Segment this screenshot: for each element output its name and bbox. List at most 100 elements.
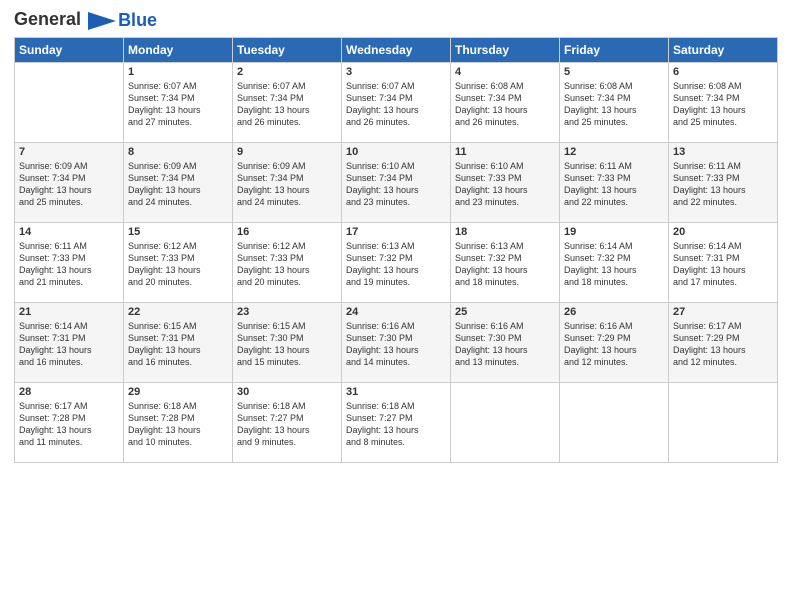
calendar-cell: 2Sunrise: 6:07 AM Sunset: 7:34 PM Daylig… bbox=[233, 63, 342, 143]
day-number: 28 bbox=[19, 386, 119, 398]
calendar-cell: 31 Sunrise: 6:18 AM Sunset: 7:27 PM Dayli… bbox=[342, 383, 451, 463]
cell-content: Sunrise: 6:07 AM Sunset: 7:34 PM Dayligh… bbox=[237, 80, 337, 129]
day-number: 4 bbox=[455, 66, 555, 78]
cell-content: Sunrise: 6:08 AM Sunset: 7:34 PM Dayligh… bbox=[564, 80, 664, 129]
day-number: 9 bbox=[237, 146, 337, 158]
calendar-cell: 7Sunrise: 6:09 AM Sunset: 7:34 PM Daylig… bbox=[15, 143, 124, 223]
cell-content: Sunrise: 6:15 AM Sunset: 7:30 PM Dayligh… bbox=[237, 320, 337, 369]
calendar-week-5: 28Sunrise: 6:17 AM Sunset: 7:28 PM Dayli… bbox=[15, 383, 778, 463]
calendar-cell: 11 Sunrise: 6:10 AM Sunset: 7:33 PM Dayli… bbox=[451, 143, 560, 223]
weekday-header-friday: Friday bbox=[560, 38, 669, 63]
cell-content: Sunrise: 6:18 AM Sunset: 7:27 PM Dayligh… bbox=[346, 400, 446, 449]
day-number: 19 bbox=[564, 226, 664, 238]
cell-content: Sunrise: 6:09 AM Sunset: 7:34 PM Dayligh… bbox=[128, 160, 228, 209]
calendar-cell: 25 Sunrise: 6:16 AM Sunset: 7:30 PM Dayli… bbox=[451, 303, 560, 383]
day-number: 24 bbox=[346, 306, 446, 318]
cell-content: Sunrise: 6:16 AM Sunset: 7:30 PM Dayligh… bbox=[346, 320, 446, 369]
calendar-week-3: 14Sunrise: 6:11 AM Sunset: 7:33 PM Dayli… bbox=[15, 223, 778, 303]
day-number: 5 bbox=[564, 66, 664, 78]
day-number: 21 bbox=[19, 306, 119, 318]
cell-content: Sunrise: 6:08 AM Sunset: 7:34 PM Dayligh… bbox=[455, 80, 555, 129]
cell-content: Sunrise: 6:13 AM Sunset: 7:32 PM Dayligh… bbox=[346, 240, 446, 289]
calendar-cell: 26 Sunrise: 6:16 AM Sunset: 7:29 PM Dayli… bbox=[560, 303, 669, 383]
cell-content: Sunrise: 6:16 AM Sunset: 7:30 PM Dayligh… bbox=[455, 320, 555, 369]
calendar-cell: 12 Sunrise: 6:11 AM Sunset: 7:33 PM Dayli… bbox=[560, 143, 669, 223]
calendar-week-1: 1 Sunrise: 6:07 AM Sunset: 7:34 PM Daylig… bbox=[15, 63, 778, 143]
calendar-cell bbox=[15, 63, 124, 143]
cell-content: Sunrise: 6:18 AM Sunset: 7:28 PM Dayligh… bbox=[128, 400, 228, 449]
calendar-cell: 3 Sunrise: 6:07 AM Sunset: 7:34 PM Daylig… bbox=[342, 63, 451, 143]
day-number: 8 bbox=[128, 146, 228, 158]
day-number: 7 bbox=[19, 146, 119, 158]
cell-content: Sunrise: 6:13 AM Sunset: 7:32 PM Dayligh… bbox=[455, 240, 555, 289]
calendar-week-2: 7 Sunrise: 6:09 AM Sunset: 7:34 PM Daylig… bbox=[15, 143, 778, 223]
calendar-cell: 4 Sunrise: 6:08 AM Sunset: 7:34 PM Daylig… bbox=[451, 63, 560, 143]
day-number: 25 bbox=[455, 306, 555, 318]
calendar-cell: 10 Sunrise: 6:10 AM Sunset: 7:34 PM Dayli… bbox=[342, 143, 451, 223]
calendar-cell: 6 Sunrise: 6:08 AM Sunset: 7:34 PM Daylig… bbox=[669, 63, 778, 143]
cell-content: Sunrise: 6:15 AM Sunset: 7:31 PM Dayligh… bbox=[128, 320, 228, 369]
calendar-cell: 17Sunrise: 6:13 AM Sunset: 7:32 PM Dayli… bbox=[342, 223, 451, 303]
calendar-cell: 30 Sunrise: 6:18 AM Sunset: 7:27 PM Dayli… bbox=[233, 383, 342, 463]
calendar-cell: 27 Sunrise: 6:17 AM Sunset: 7:29 PM Dayli… bbox=[669, 303, 778, 383]
day-number: 30 bbox=[237, 386, 337, 398]
weekday-header-row: SundayMondayTuesdayWednesdayThursdayFrid… bbox=[15, 38, 778, 63]
calendar-cell: 13Sunrise: 6:11 AM Sunset: 7:33 PM Dayli… bbox=[669, 143, 778, 223]
calendar-cell: 15 Sunrise: 6:12 AM Sunset: 7:33 PM Dayli… bbox=[124, 223, 233, 303]
day-number: 12 bbox=[564, 146, 664, 158]
cell-content: Sunrise: 6:12 AM Sunset: 7:33 PM Dayligh… bbox=[237, 240, 337, 289]
cell-content: Sunrise: 6:10 AM Sunset: 7:34 PM Dayligh… bbox=[346, 160, 446, 209]
day-number: 16 bbox=[237, 226, 337, 238]
calendar-cell: 5 Sunrise: 6:08 AM Sunset: 7:34 PM Daylig… bbox=[560, 63, 669, 143]
calendar-cell: 16 Sunrise: 6:12 AM Sunset: 7:33 PM Dayli… bbox=[233, 223, 342, 303]
calendar-week-4: 21 Sunrise: 6:14 AM Sunset: 7:31 PM Dayli… bbox=[15, 303, 778, 383]
logo-blue-text: Blue bbox=[118, 10, 157, 30]
calendar-cell: 21 Sunrise: 6:14 AM Sunset: 7:31 PM Dayli… bbox=[15, 303, 124, 383]
calendar-cell: 9 Sunrise: 6:09 AM Sunset: 7:34 PM Daylig… bbox=[233, 143, 342, 223]
cell-content: Sunrise: 6:11 AM Sunset: 7:33 PM Dayligh… bbox=[19, 240, 119, 289]
calendar-cell: 23 Sunrise: 6:15 AM Sunset: 7:30 PM Dayli… bbox=[233, 303, 342, 383]
day-number: 10 bbox=[346, 146, 446, 158]
day-number: 29 bbox=[128, 386, 228, 398]
cell-content: Sunrise: 6:16 AM Sunset: 7:29 PM Dayligh… bbox=[564, 320, 664, 369]
cell-content: Sunrise: 6:07 AM Sunset: 7:34 PM Dayligh… bbox=[128, 80, 228, 129]
day-number: 18 bbox=[455, 226, 555, 238]
calendar-cell: 18 Sunrise: 6:13 AM Sunset: 7:32 PM Dayli… bbox=[451, 223, 560, 303]
calendar-table: SundayMondayTuesdayWednesdayThursdayFrid… bbox=[14, 37, 778, 463]
cell-content: Sunrise: 6:14 AM Sunset: 7:31 PM Dayligh… bbox=[19, 320, 119, 369]
calendar-cell: 19 Sunrise: 6:14 AM Sunset: 7:32 PM Dayli… bbox=[560, 223, 669, 303]
cell-content: Sunrise: 6:08 AM Sunset: 7:34 PM Dayligh… bbox=[673, 80, 773, 129]
weekday-header-sunday: Sunday bbox=[15, 38, 124, 63]
day-number: 3 bbox=[346, 66, 446, 78]
cell-content: Sunrise: 6:11 AM Sunset: 7:33 PM Dayligh… bbox=[673, 160, 773, 209]
cell-content: Sunrise: 6:11 AM Sunset: 7:33 PM Dayligh… bbox=[564, 160, 664, 209]
cell-content: Sunrise: 6:09 AM Sunset: 7:34 PM Dayligh… bbox=[237, 160, 337, 209]
day-number: 31 bbox=[346, 386, 446, 398]
day-number: 6 bbox=[673, 66, 773, 78]
cell-content: Sunrise: 6:14 AM Sunset: 7:31 PM Dayligh… bbox=[673, 240, 773, 289]
cell-content: Sunrise: 6:17 AM Sunset: 7:29 PM Dayligh… bbox=[673, 320, 773, 369]
cell-content: Sunrise: 6:18 AM Sunset: 7:27 PM Dayligh… bbox=[237, 400, 337, 449]
day-number: 22 bbox=[128, 306, 228, 318]
weekday-header-saturday: Saturday bbox=[669, 38, 778, 63]
logo: General Blue bbox=[14, 10, 157, 31]
calendar-cell: 29 Sunrise: 6:18 AM Sunset: 7:28 PM Dayli… bbox=[124, 383, 233, 463]
day-number: 11 bbox=[455, 146, 555, 158]
cell-content: Sunrise: 6:07 AM Sunset: 7:34 PM Dayligh… bbox=[346, 80, 446, 129]
day-number: 26 bbox=[564, 306, 664, 318]
cell-content: Sunrise: 6:14 AM Sunset: 7:32 PM Dayligh… bbox=[564, 240, 664, 289]
weekday-header-tuesday: Tuesday bbox=[233, 38, 342, 63]
day-number: 1 bbox=[128, 66, 228, 78]
logo-arrow-icon bbox=[88, 11, 116, 31]
calendar-cell: 22 Sunrise: 6:15 AM Sunset: 7:31 PM Dayli… bbox=[124, 303, 233, 383]
day-number: 27 bbox=[673, 306, 773, 318]
day-number: 23 bbox=[237, 306, 337, 318]
cell-content: Sunrise: 6:12 AM Sunset: 7:33 PM Dayligh… bbox=[128, 240, 228, 289]
day-number: 15 bbox=[128, 226, 228, 238]
calendar-cell: 24 Sunrise: 6:16 AM Sunset: 7:30 PM Dayli… bbox=[342, 303, 451, 383]
calendar-cell: 28Sunrise: 6:17 AM Sunset: 7:28 PM Dayli… bbox=[15, 383, 124, 463]
weekday-header-monday: Monday bbox=[124, 38, 233, 63]
calendar-cell bbox=[451, 383, 560, 463]
cell-content: Sunrise: 6:10 AM Sunset: 7:33 PM Dayligh… bbox=[455, 160, 555, 209]
calendar-cell: 8 Sunrise: 6:09 AM Sunset: 7:34 PM Daylig… bbox=[124, 143, 233, 223]
